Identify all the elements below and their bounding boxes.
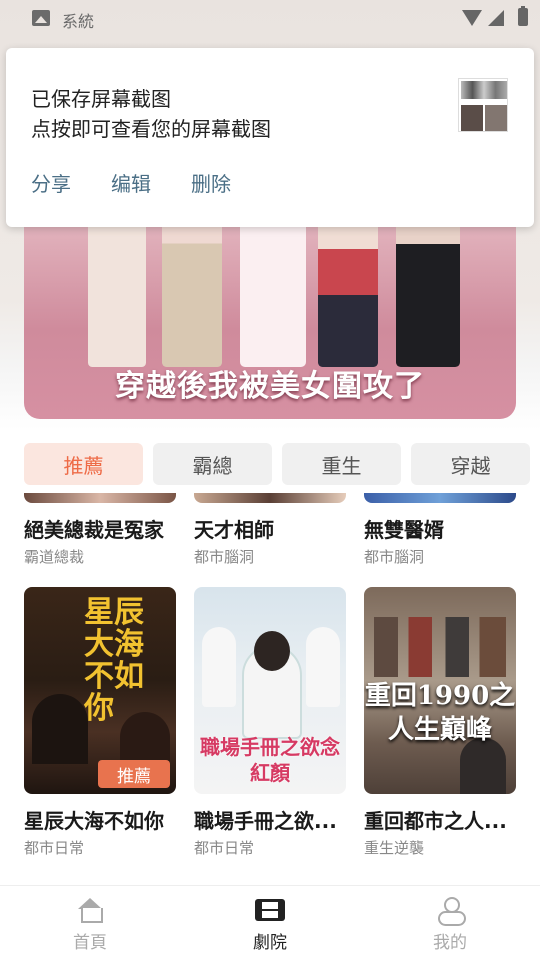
drama-tag: 都市腦洞 bbox=[364, 548, 425, 566]
tab-rebirth[interactable]: 重生 bbox=[282, 443, 401, 485]
poster-title: 職場手冊之欲念紅顏 bbox=[200, 735, 340, 785]
home-icon bbox=[77, 898, 103, 923]
screenshot-notification[interactable]: 已保存屏幕截图 点按即可查看您的屏幕截图 分享 编辑 删除 bbox=[6, 48, 534, 227]
poster-figure bbox=[374, 617, 506, 677]
poster-thumbnail[interactable] bbox=[364, 493, 516, 503]
drama-title[interactable]: 職場手冊之欲... bbox=[194, 805, 346, 834]
notification-text: 点按即可查看您的屏幕截图 bbox=[31, 117, 271, 141]
share-button[interactable]: 分享 bbox=[31, 168, 71, 197]
drama-title[interactable]: 星辰大海不如你 bbox=[24, 805, 176, 834]
user-icon bbox=[438, 897, 466, 926]
drama-tag: 都市腦洞 bbox=[194, 548, 255, 566]
banner-title: 穿越後我被美女圍攻了 bbox=[115, 369, 425, 404]
recommend-badge: 推薦 bbox=[98, 760, 170, 788]
drama-title[interactable]: 天才相師 bbox=[194, 514, 346, 543]
battery-icon bbox=[518, 6, 528, 26]
category-tabs: 推薦 霸總 重生 穿越 bbox=[24, 443, 530, 485]
poster-thumbnail[interactable] bbox=[24, 493, 176, 503]
poster-workplace[interactable]: 職場手冊之欲念紅顏 bbox=[194, 587, 346, 794]
poster-figure bbox=[254, 631, 290, 671]
poster-thumbnail[interactable] bbox=[194, 493, 346, 503]
gallery-icon bbox=[32, 10, 50, 26]
status-bar-title: 系統 bbox=[62, 12, 95, 31]
nav-theater-label: 劇院 bbox=[253, 933, 287, 953]
tab-ceo[interactable]: 霸總 bbox=[153, 443, 272, 485]
delete-button[interactable]: 删除 bbox=[191, 168, 231, 197]
nav-me[interactable]: 我的 bbox=[360, 886, 540, 960]
drama-tag: 重生逆襲 bbox=[364, 839, 425, 857]
drama-tag: 霸道總裁 bbox=[24, 548, 85, 566]
wifi-icon bbox=[462, 10, 482, 26]
drama-title[interactable]: 重回都市之人... bbox=[364, 805, 516, 834]
tab-recommend[interactable]: 推薦 bbox=[24, 443, 143, 485]
drama-tag: 都市日常 bbox=[24, 839, 85, 857]
poster-rebirth-1990[interactable]: 重回1990之人生巔峰 bbox=[364, 587, 516, 794]
poster-title: 重回1990之人生巔峰 bbox=[364, 681, 516, 745]
status-bar: 系統 bbox=[0, 0, 540, 36]
tab-time-travel[interactable]: 穿越 bbox=[411, 443, 530, 485]
poster-figure bbox=[32, 694, 88, 764]
nav-home[interactable]: 首頁 bbox=[0, 886, 180, 960]
poster-figure bbox=[202, 627, 236, 707]
screenshot-thumbnail[interactable] bbox=[458, 78, 508, 132]
film-icon bbox=[255, 899, 285, 921]
drama-title[interactable]: 無雙醫婿 bbox=[364, 514, 516, 543]
notification-title: 已保存屏幕截图 bbox=[31, 87, 171, 111]
nav-me-label: 我的 bbox=[433, 933, 467, 953]
app-screen: 系統 穿越後我被美女圍攻了 已保存屏幕截图 点按即可查看您的屏幕截图 分享 编辑… bbox=[0, 0, 540, 960]
notification-actions: 分享 编辑 删除 bbox=[31, 168, 231, 197]
bottom-nav: 首頁 劇院 我的 bbox=[0, 885, 540, 960]
drama-title[interactable]: 絕美總裁是冤家 bbox=[24, 514, 176, 543]
nav-theater[interactable]: 劇院 bbox=[180, 886, 360, 960]
drama-tag: 都市日常 bbox=[194, 839, 255, 857]
poster-figure bbox=[306, 627, 340, 707]
signal-icon bbox=[488, 10, 504, 26]
edit-button[interactable]: 编辑 bbox=[111, 168, 151, 197]
poster-xingchen[interactable]: 星辰大海不如你 推薦 bbox=[24, 587, 176, 794]
poster-title: 星辰大海不如你 bbox=[84, 595, 144, 726]
nav-home-label: 首頁 bbox=[73, 933, 107, 953]
